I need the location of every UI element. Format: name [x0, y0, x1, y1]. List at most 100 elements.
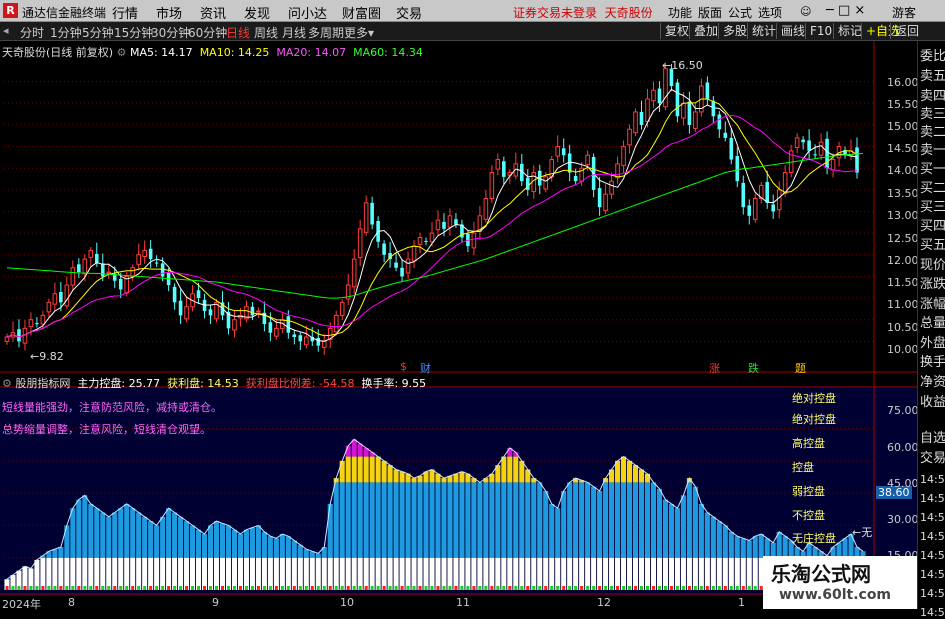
indicator-bar: [716, 521, 722, 558]
stock-name: 天奇股份(日线 前复权): [2, 46, 114, 59]
indicator-bar-base: [243, 557, 249, 590]
indicator-bar-base: [626, 557, 633, 590]
event-marker[interactable]: $: [400, 360, 407, 373]
side-panel-item[interactable]: 收益: [920, 391, 945, 410]
volume-tick: [520, 586, 524, 590]
indicator-bar-high: [369, 456, 375, 483]
side-panel-item[interactable]: 卖三: [920, 103, 945, 122]
side-panel-item[interactable]: 14:56: [920, 606, 945, 619]
indicator-bar: [243, 529, 249, 558]
indicator-header: ⚙ 股朋指标网 主力控盘: 25.77 获利盘: 14.53 获利盘比例差: -…: [2, 375, 426, 391]
indicator-bar-base: [513, 557, 519, 590]
volume-tick: [580, 586, 584, 590]
indicator-bar-base: [201, 557, 208, 590]
side-panel-item[interactable]: 14:56: [920, 568, 945, 581]
indicator-bar-base: [285, 557, 291, 590]
event-marker[interactable]: 题: [795, 360, 806, 376]
indicator-bar: [495, 482, 501, 558]
indicator-bar-base: [734, 557, 740, 590]
volume-tick: [244, 586, 248, 590]
side-panel-item[interactable]: 涨跌: [920, 273, 945, 292]
ma60-label: MA60: 14.34: [353, 46, 423, 59]
side-panel-item[interactable]: 现价: [920, 254, 945, 273]
candle: [555, 146, 561, 157]
settings-icon[interactable]: ⚙: [2, 377, 12, 390]
volume-tick: [711, 586, 715, 590]
indicator-bar-high: [375, 456, 381, 483]
indicator-bar-base: [172, 557, 178, 590]
candle: [663, 68, 668, 108]
high-price-label: ←16.50: [662, 59, 703, 72]
indicator-bar-base: [579, 557, 585, 590]
event-marker[interactable]: 跌: [748, 360, 759, 376]
side-panel-item[interactable]: 自选: [920, 427, 945, 446]
side-panel-item[interactable]: 卖四: [920, 85, 945, 104]
candle: [274, 327, 279, 337]
indicator-bar-high: [513, 456, 519, 483]
side-panel-item[interactable]: 14:56: [920, 549, 945, 562]
side-panel-item[interactable]: 卖五: [920, 65, 945, 84]
side-panel-item[interactable]: 买四: [920, 215, 945, 234]
candle: [429, 232, 435, 243]
candle: [411, 245, 417, 262]
side-panel-item[interactable]: 换手: [920, 351, 945, 370]
side-panel-item[interactable]: 涨幅: [920, 293, 945, 312]
side-panel-item[interactable]: 买一: [920, 158, 945, 177]
indicator-bar-base: [710, 557, 716, 590]
indicator-bar: [160, 516, 166, 558]
side-panel-item[interactable]: 卖一: [920, 139, 945, 158]
indicator-bar-base: [142, 557, 148, 590]
side-panel-item[interactable]: 买二: [920, 177, 945, 196]
indicator-bar-high: [632, 465, 639, 483]
indicator-bar: [698, 503, 704, 558]
indicator-bar: [261, 531, 267, 558]
side-panel-item[interactable]: 买五: [920, 234, 945, 253]
candle: [17, 329, 21, 342]
volume-tick: [556, 586, 560, 590]
volume-tick: [382, 586, 386, 590]
indicator-bar-base: [166, 557, 172, 590]
side-panel-item[interactable]: 委比: [920, 45, 945, 64]
side-panel-item[interactable]: 总量: [920, 312, 945, 331]
indicator-bar-base: [489, 557, 495, 590]
side-panel-item[interactable]: 14:56: [920, 511, 945, 524]
indicator-bar: [483, 482, 489, 558]
indicator-bar: [435, 482, 441, 558]
indicator-bar: [710, 516, 716, 558]
watermark-logo: 乐淘公式网 www.60lt.com: [763, 556, 917, 609]
indicator-bar-base: [339, 557, 345, 590]
side-panel-item[interactable]: 14:56: [920, 587, 945, 600]
side-panel-item[interactable]: 外盘: [920, 332, 945, 351]
side-panel-item[interactable]: 14:56: [920, 492, 945, 505]
settings-icon[interactable]: ⚙: [117, 46, 127, 59]
indicator-bar-base: [471, 557, 477, 590]
indicator-bar: [375, 482, 381, 558]
event-marker[interactable]: 财: [420, 360, 431, 376]
indicator-bar: [231, 529, 238, 558]
side-panel-item[interactable]: 卖二: [920, 121, 945, 140]
indicator-bar-base: [603, 557, 609, 590]
indicator-bar-high: [357, 456, 363, 483]
indicator-bar-high: [387, 465, 393, 483]
indicator-bar: [728, 531, 734, 558]
candle: [250, 306, 255, 316]
side-panel-item[interactable]: 14:56: [920, 473, 945, 486]
volume-tick: [41, 586, 45, 590]
candle: [771, 204, 775, 212]
indicator-bar-base: [740, 557, 746, 590]
side-panel-item[interactable]: 买三: [920, 196, 945, 215]
indicator-bar: [609, 482, 615, 558]
side-panel-item[interactable]: 交易: [920, 447, 945, 466]
candle: [321, 340, 327, 348]
indicator-bar-base: [615, 557, 621, 590]
candle: [88, 249, 94, 258]
side-panel-item[interactable]: 14:56: [920, 530, 945, 543]
candle: [561, 148, 566, 156]
indicator-bar: [447, 482, 453, 558]
indicator-name[interactable]: 股朋指标网: [15, 377, 70, 390]
indicator-bar: [842, 538, 848, 558]
event-marker[interactable]: 涨: [709, 360, 720, 376]
volume-tick: [286, 586, 290, 590]
indicator-bar: [249, 527, 255, 558]
side-panel-item[interactable]: 净资: [920, 371, 945, 390]
